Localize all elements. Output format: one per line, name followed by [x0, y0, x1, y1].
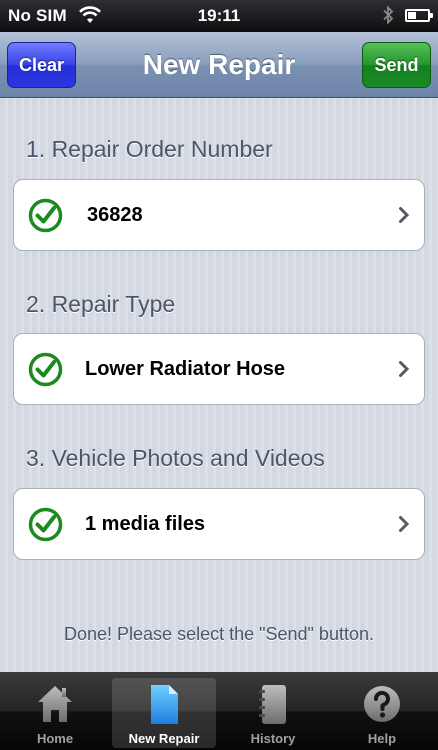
chevron-right-icon — [399, 207, 410, 223]
clear-button[interactable]: Clear — [7, 42, 76, 88]
check-icon — [28, 198, 63, 233]
tab-history[interactable]: History — [221, 678, 325, 748]
tab-new-repair[interactable]: New Repair — [112, 678, 216, 748]
repair-type-value: Lower Radiator Hose — [85, 358, 286, 380]
battery-icon — [405, 9, 433, 22]
tab-label-home: Home — [36, 731, 74, 746]
home-icon — [38, 686, 72, 722]
repair-order-row[interactable]: 36828 — [13, 179, 425, 251]
vehicle-media-row[interactable]: 1 media files — [13, 488, 425, 560]
document-icon — [151, 685, 178, 724]
tab-label-help: Help — [367, 731, 397, 746]
send-button[interactable]: Send — [362, 42, 431, 88]
status-bar: No SIM 19:11 — [0, 0, 438, 32]
section-header-repair-order: 1. Repair Order Number — [26, 136, 273, 162]
check-icon — [28, 352, 63, 387]
navigation-bar: New Repair Clear Send — [0, 32, 438, 98]
bluetooth-icon — [382, 5, 394, 30]
section-header-vehicle-photos: 3. Vehicle Photos and Videos — [26, 445, 325, 471]
section-header-repair-type: 2. Repair Type — [26, 291, 176, 317]
status-time: 19:11 — [197, 6, 241, 25]
repair-order-value: 36828 — [87, 204, 143, 226]
vehicle-media-value: 1 media files — [85, 513, 206, 535]
check-icon — [28, 507, 63, 542]
chevron-right-icon — [399, 361, 410, 377]
status-message: Done! Please select the "Send" button. — [64, 624, 374, 644]
notebook-icon — [259, 685, 286, 724]
tab-bar: Home New Repair History Help — [0, 672, 438, 750]
tab-label-new-repair: New Repair — [128, 731, 200, 746]
tab-help[interactable]: Help — [330, 678, 434, 748]
repair-type-row[interactable]: Lower Radiator Hose — [13, 333, 425, 405]
chevron-right-icon — [399, 516, 410, 532]
tab-label-history: History — [250, 731, 296, 746]
help-icon — [364, 686, 400, 722]
tab-home[interactable]: Home — [3, 678, 107, 748]
repair-form: 1. Repair Order Number 36828 2. Repair T… — [0, 99, 438, 672]
